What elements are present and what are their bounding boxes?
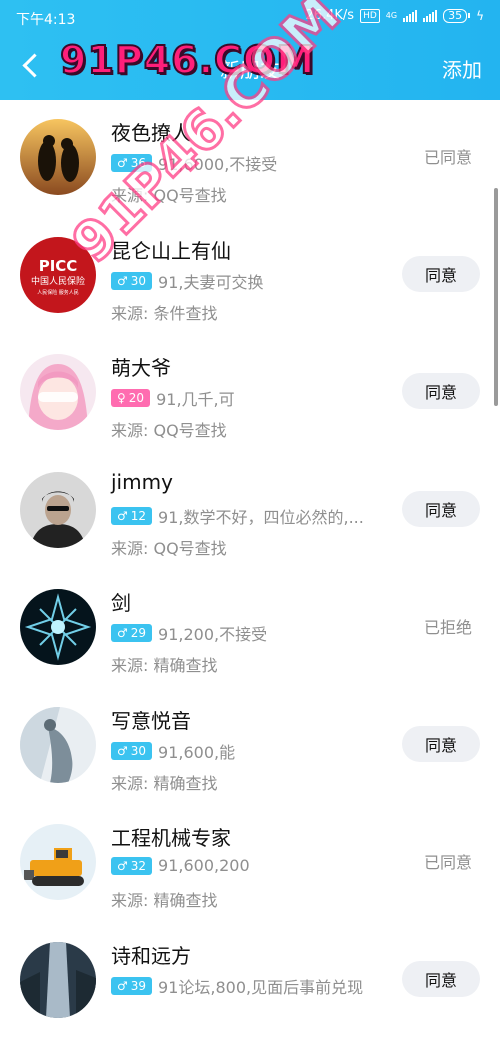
charging-icon: ϟ [476,9,484,23]
request-source: 来源: 精确查找 [111,770,217,794]
request-message: 91,600,200 [158,856,250,875]
agree-button[interactable]: 同意 [402,726,480,762]
avatar[interactable] [20,942,96,1018]
list-item[interactable]: 写意悦音 ♂30 91,600,能 来源: 精确查找 同意 [0,688,500,806]
contact-name: 工程机械专家 [111,822,231,851]
gender-age-tag: ♂30 [111,742,152,760]
list-item[interactable]: 萌大爷 ♀20 91,几千,可 来源: QQ号查找 同意 [0,335,500,453]
contact-name: 剑 [111,587,131,616]
request-source: 来源: 条件查找 [111,300,217,324]
gender-age-tag: ♂30 [111,272,152,290]
network-speed: 26.4K/s [305,8,354,23]
request-message: 91,几千,可 [156,386,235,410]
friend-request-list: 夜色撩人 ♂36 91,6000,不接受 来源: QQ号查找 已同意 PICC … [0,100,500,1040]
gender-age-tag: ♂32 [111,857,152,875]
list-item[interactable]: 夜色撩人 ♂36 91,6000,不接受 来源: QQ号查找 已同意 [0,100,500,218]
agree-button[interactable]: 同意 [402,256,480,292]
request-message: 91,600,能 [158,739,235,763]
avatar[interactable]: PICC 中国人民保险 人民保险 服务人民 [20,237,96,313]
list-item[interactable]: PICC 中国人民保险 人民保险 服务人民 昆仑山上有仙 ♂30 91,夫妻可交… [0,218,500,336]
female-icon: ♀ [117,391,126,405]
contact-name: 昆仑山上有仙 [111,235,231,264]
avatar[interactable] [20,707,96,783]
avatar[interactable] [20,119,96,195]
request-source: 来源: QQ号查找 [111,417,227,441]
avatar[interactable] [20,472,96,548]
request-source: 来源: QQ号查找 [111,182,227,206]
battery-icon: 35 [443,9,470,23]
male-icon: ♂ [117,744,128,758]
agree-button[interactable]: 同意 [402,373,480,409]
status-time: 下午4:13 [16,9,75,29]
request-message: 91,夫妻可交换 [158,269,263,293]
request-source: 来源: 精确查找 [111,652,217,676]
request-message: 91,200,不接受 [158,621,267,645]
avatar[interactable] [20,824,96,900]
status-bar: 下午4:13 26.4K/s HD 4G 35 ϟ [0,0,500,34]
male-icon: ♂ [117,156,128,170]
status-indicators: 26.4K/s HD 4G 35 ϟ [305,8,484,23]
male-icon: ♂ [117,509,128,523]
scrollbar[interactable] [494,188,498,406]
avatar[interactable] [20,589,96,665]
request-source: 来源: QQ号查找 [111,535,227,559]
list-item[interactable]: 剑 ♂29 91,200,不接受 来源: 精确查找 已拒绝 [0,570,500,688]
picc-logo-brand: PICC [39,257,78,275]
gender-age-tag: ♂29 [111,624,152,642]
contact-name: jimmy [111,470,173,494]
gender-age-tag: ♀20 [111,389,150,407]
accepted-status: 已同意 [424,144,472,168]
contact-name: 写意悦音 [111,705,191,734]
request-message: 91论坛,800,见面后事前兑现 [158,974,363,998]
watermark-top: 91P46.COM [60,38,315,82]
male-icon: ♂ [117,274,128,288]
request-source: 来源: 精确查找 [111,887,217,911]
agree-button[interactable]: 同意 [402,961,480,997]
picc-logo-line1: 中国人民保险 [31,275,85,287]
gender-age-tag: ♂39 [111,977,152,995]
network-type: 4G [386,11,397,20]
add-button[interactable]: 添加 [442,54,482,83]
list-item[interactable]: 工程机械专家 ♂32 91,600,200 来源: 精确查找 已同意 [0,805,500,923]
male-icon: ♂ [117,626,128,640]
rejected-status: 已拒绝 [424,614,472,638]
contact-name: 萌大爷 [111,352,171,381]
hd-badge: HD [360,9,380,23]
agree-button[interactable]: 同意 [402,491,480,527]
request-message: 91,6000,不接受 [158,151,277,175]
contact-name: 夜色撩人 [111,117,191,146]
gender-age-tag: ♂12 [111,507,152,525]
male-icon: ♂ [117,979,128,993]
avatar[interactable] [20,354,96,430]
list-item[interactable]: 诗和远方 ♂39 91论坛,800,见面后事前兑现 同意 [0,923,500,1040]
male-icon: ♂ [117,859,128,873]
gender-age-tag: ♂36 [111,154,152,172]
list-item[interactable]: jimmy ♂12 91,数学不好，四位必然的,... 来源: QQ号查找 同意 [0,453,500,571]
signal-icon [423,10,437,22]
signal-icon [403,10,417,22]
battery-level: 35 [443,9,467,23]
accepted-status: 已同意 [424,849,472,873]
contact-name: 诗和远方 [111,940,191,969]
request-message: 91,数学不好，四位必然的,... [158,504,364,528]
picc-logo-line2: 人民保险 服务人民 [37,289,79,296]
